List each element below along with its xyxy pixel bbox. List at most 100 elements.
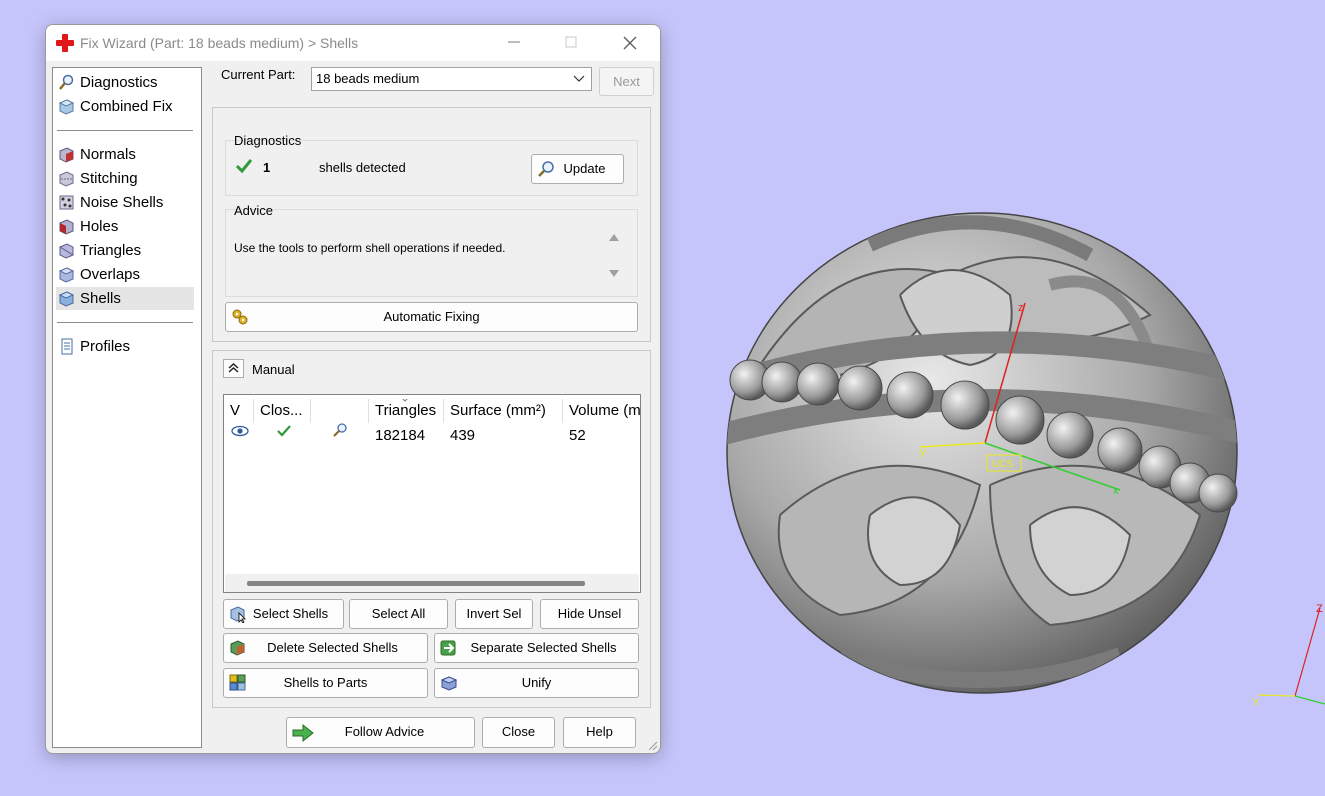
- magnifier-icon: [59, 74, 74, 90]
- gears-icon: [232, 309, 248, 325]
- scroll-down-icon[interactable]: [609, 270, 619, 278]
- help-button[interactable]: Help: [563, 717, 636, 748]
- red-cross-app-icon: [56, 34, 74, 52]
- nav-item-noise-shells[interactable]: Noise Shells: [56, 191, 194, 214]
- wizard-nav: Diagnostics Combined Fix Normals Stitchi…: [52, 67, 202, 748]
- column-header-closed[interactable]: Clos...: [254, 399, 311, 423]
- window-title: Fix Wizard (Part: 18 beads medium) > She…: [80, 35, 359, 51]
- shells-cube-icon: [58, 291, 75, 307]
- maximize-button[interactable]: [549, 25, 593, 61]
- close-icon: [623, 36, 637, 50]
- chevron-down-icon: [573, 75, 585, 82]
- cell-triangles: 182184: [375, 427, 426, 444]
- corner-y-label: Y: [1252, 697, 1260, 709]
- sort-desc-icon: [402, 399, 408, 402]
- diagnostics-status: shells detected: [319, 160, 406, 175]
- nav-label: Combined Fix: [80, 98, 173, 115]
- nav-item-triangles[interactable]: Triangles: [56, 239, 194, 262]
- column-header-surface[interactable]: Surface (mm²): [444, 399, 563, 423]
- column-header-volume[interactable]: Volume (m: [563, 399, 640, 423]
- close-window-button[interactable]: [608, 25, 652, 61]
- unify-icon: [440, 676, 458, 691]
- nav-label: Diagnostics: [80, 74, 158, 91]
- nav-item-profiles[interactable]: Profiles: [56, 335, 194, 358]
- nav-item-diagnostics[interactable]: Diagnostics: [56, 71, 194, 94]
- magnifier-icon[interactable]: [332, 422, 348, 438]
- scrollbar-thumb[interactable]: [247, 581, 585, 586]
- title-bar[interactable]: Fix Wizard (Part: 18 beads medium) > She…: [46, 25, 660, 61]
- automatic-fixing-button[interactable]: Automatic Fixing: [225, 302, 638, 332]
- noise-shells-icon: [59, 195, 74, 210]
- nav-item-shells[interactable]: Shells: [56, 287, 194, 310]
- current-part-value: 18 beads medium: [316, 71, 420, 86]
- advice-title: Advice: [234, 203, 274, 218]
- nav-label: Profiles: [80, 338, 131, 355]
- triangles-cube-icon: [59, 243, 74, 259]
- nav-item-stitching[interactable]: Stitching: [56, 167, 194, 190]
- invert-selection-button[interactable]: Invert Sel: [455, 599, 533, 629]
- minimize-icon: [508, 41, 520, 43]
- nav-label: Stitching: [80, 170, 138, 187]
- nav-label: Shells: [80, 290, 121, 307]
- next-button[interactable]: Next: [599, 67, 654, 96]
- shells-table: V Clos... Triangles Surface (mm²) Volume…: [223, 394, 641, 593]
- minimize-button[interactable]: [492, 25, 536, 61]
- nav-label: Triangles: [80, 242, 142, 259]
- automatic-fixing-label: Automatic Fixing: [383, 309, 480, 324]
- z-axis-label: z: [1018, 302, 1024, 314]
- separate-selected-shells-button[interactable]: Separate Selected Shells: [434, 633, 639, 663]
- column-header-triangles[interactable]: Triangles: [369, 399, 444, 423]
- double-chevron-up-icon: [228, 362, 239, 373]
- update-label: Update: [563, 161, 606, 176]
- select-shells-button[interactable]: Select Shells: [223, 599, 344, 629]
- delete-selected-shells-button[interactable]: Delete Selected Shells: [223, 633, 428, 663]
- fix-wizard-window: Fix Wizard (Part: 18 beads medium) > She…: [45, 24, 661, 754]
- column-header-visible[interactable]: V: [224, 399, 254, 423]
- shells-to-parts-icon: [229, 674, 246, 691]
- stitching-cube-icon: [59, 171, 74, 187]
- corner-axis-indicator: Z Y: [1252, 603, 1325, 709]
- document-icon: [61, 338, 73, 355]
- select-cube-icon: [230, 606, 246, 623]
- bead-3d-model[interactable]: z y x UCS: [720, 185, 1250, 705]
- nav-item-normals[interactable]: Normals: [56, 143, 194, 166]
- delete-shells-icon: [230, 640, 245, 656]
- separate-shells-icon: [440, 640, 456, 656]
- nav-item-overlaps[interactable]: Overlaps: [56, 263, 194, 286]
- horizontal-scrollbar[interactable]: [225, 574, 639, 592]
- eye-icon[interactable]: [231, 425, 249, 437]
- shells-to-parts-button[interactable]: Shells to Parts: [223, 668, 428, 698]
- checkmark-icon: [235, 159, 253, 174]
- advice-text: Use the tools to perform shell operation…: [226, 236, 635, 296]
- update-button[interactable]: Update: [531, 154, 624, 184]
- close-button[interactable]: Close: [482, 717, 555, 748]
- current-part-select[interactable]: 18 beads medium: [311, 67, 592, 91]
- nav-item-holes[interactable]: Holes: [56, 215, 194, 238]
- checkmark-icon: [277, 425, 291, 437]
- corner-z-label: Z: [1316, 603, 1323, 615]
- normals-cube-icon: [59, 147, 74, 163]
- current-part-label: Current Part:: [221, 67, 296, 82]
- maximize-icon: [565, 36, 577, 48]
- holes-cube-icon: [59, 219, 74, 235]
- column-header-tool[interactable]: [311, 399, 369, 423]
- arrow-right-icon: [292, 723, 314, 743]
- unify-button[interactable]: Unify: [434, 668, 639, 698]
- cell-volume: 52: [569, 427, 586, 444]
- nav-label: Normals: [80, 146, 136, 163]
- ucs-label: UCS: [992, 459, 1013, 470]
- magnifier-icon: [538, 161, 554, 177]
- nav-divider: [57, 322, 193, 323]
- scroll-up-icon[interactable]: [609, 233, 619, 241]
- cell-surface: 439: [450, 427, 476, 444]
- follow-advice-button[interactable]: Follow Advice: [286, 717, 475, 748]
- nav-item-combined-fix[interactable]: Combined Fix: [56, 95, 194, 118]
- select-all-button[interactable]: Select All: [349, 599, 448, 629]
- hide-unselected-button[interactable]: Hide Unsel: [540, 599, 639, 629]
- resize-grip-icon[interactable]: [646, 739, 658, 751]
- collapse-manual-button[interactable]: [223, 359, 244, 378]
- nav-label: Overlaps: [80, 266, 141, 283]
- diagnostics-title: Diagnostics: [234, 133, 302, 148]
- manual-title: Manual: [252, 362, 295, 377]
- overlaps-cube-icon: [58, 267, 75, 283]
